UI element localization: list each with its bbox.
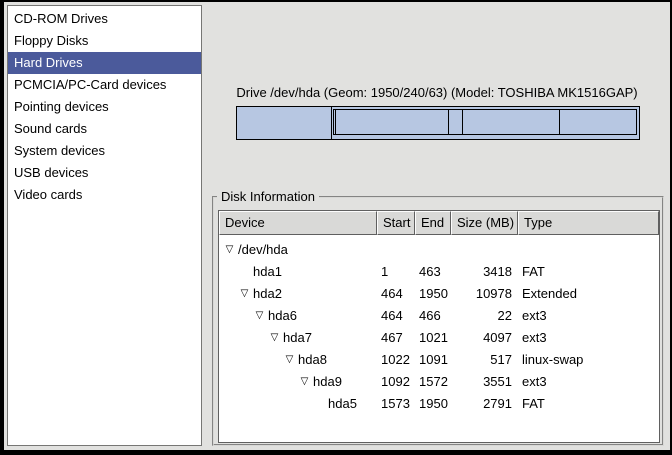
cell-start: 1022	[377, 349, 415, 371]
column-header-end[interactable]: End	[415, 211, 451, 235]
cell-size: 2791	[451, 393, 518, 415]
cell-end: 466	[415, 305, 451, 327]
cell-start: 464	[377, 305, 415, 327]
sidebar-item-video-cards[interactable]: Video cards	[8, 184, 201, 206]
table-row-hda6[interactable]: ▽hda6 46446622ext3	[219, 305, 659, 327]
cell-start: 1	[377, 261, 415, 283]
expander-icon[interactable]: ▽	[238, 283, 251, 305]
device-name: hda9	[311, 371, 342, 393]
column-header-start[interactable]: Start	[377, 211, 415, 235]
cell-end: 1021	[415, 327, 451, 349]
expander-icon[interactable]: ▽	[253, 305, 266, 327]
cell-type: ext3	[518, 305, 659, 327]
cell-size: 3551	[451, 371, 518, 393]
cell-size: 3418	[451, 261, 518, 283]
sidebar-item-hard-drives[interactable]: Hard Drives	[8, 52, 201, 74]
cell-end: 1950	[415, 393, 451, 415]
drive-title: Drive /dev/hda (Geom: 1950/240/63) (Mode…	[234, 85, 640, 101]
sidebar-list: CD-ROM DrivesFloppy DisksHard DrivesPCMC…	[7, 5, 202, 446]
sidebar-item-usb-devices[interactable]: USB devices	[8, 162, 201, 184]
cell-type: ext3	[518, 327, 659, 349]
expander-icon[interactable]: ▽	[283, 349, 296, 371]
cell-type: Extended	[518, 283, 659, 305]
partition-segment-hda1	[237, 107, 332, 139]
column-header-type[interactable]: Type	[518, 211, 659, 235]
device-name: hda1	[251, 261, 282, 283]
table-row-dev-hda[interactable]: ▽/dev/hda	[219, 239, 659, 261]
disk-information-groupbox: DeviceStartEndSize (MB)Type ▽/dev/hda▽hd…	[212, 196, 664, 446]
cell-size: 4097	[451, 327, 518, 349]
cell-type	[518, 239, 659, 261]
cell-size	[451, 239, 518, 261]
device-name: hda8	[296, 349, 327, 371]
cell-size: 10978	[451, 283, 518, 305]
cell-size: 22	[451, 305, 518, 327]
cell-start: 467	[377, 327, 415, 349]
device-name: hda2	[251, 283, 282, 305]
sidebar-item-floppy-disks[interactable]: Floppy Disks	[8, 30, 201, 52]
cell-end: 1091	[415, 349, 451, 371]
cell-type: linux-swap	[518, 349, 659, 371]
cell-end: 1950	[415, 283, 451, 305]
partition-segment-hda5	[559, 110, 636, 134]
disk-table-header: DeviceStartEndSize (MB)Type	[219, 211, 659, 235]
cell-size: 517	[451, 349, 518, 371]
disk-information-label: Disk Information	[217, 189, 319, 204]
table-row-hda5[interactable]: ▽hda5157319502791FAT	[219, 393, 659, 415]
table-row-hda7[interactable]: ▽hda7 46710214097ext3	[219, 327, 659, 349]
cell-start: 1573	[377, 393, 415, 415]
table-row-hda1[interactable]: ▽hda114633418FAT	[219, 261, 659, 283]
partition-bar	[236, 106, 640, 140]
device-name: hda7	[281, 327, 312, 349]
device-name: /dev/hda	[236, 239, 288, 261]
cell-end: 1572	[415, 371, 451, 393]
sidebar-item-system-devices[interactable]: System devices	[8, 140, 201, 162]
cell-start: 464	[377, 283, 415, 305]
expander-icon[interactable]: ▽	[298, 371, 311, 393]
table-row-hda2[interactable]: ▽hda2 464195010978Extended	[219, 283, 659, 305]
window-frame: CD-ROM DrivesFloppy DisksHard DrivesPCMC…	[0, 0, 672, 455]
device-name: hda6	[266, 305, 297, 327]
partition-segment-hda7	[335, 110, 448, 134]
sidebar-item-sound-cards[interactable]: Sound cards	[8, 118, 201, 140]
sidebar-item-cd-rom-drives[interactable]: CD-ROM Drives	[8, 8, 201, 30]
table-row-hda9[interactable]: ▽hda9 109215723551ext3	[219, 371, 659, 393]
cell-start: 1092	[377, 371, 415, 393]
disk-table: DeviceStartEndSize (MB)Type ▽/dev/hda▽hd…	[218, 210, 660, 443]
cell-start	[377, 239, 415, 261]
cell-type: FAT	[518, 393, 659, 415]
cell-type: FAT	[518, 261, 659, 283]
partition-segment-hda9	[462, 110, 560, 134]
device-name: hda5	[326, 393, 357, 415]
table-row-hda8[interactable]: ▽hda8 10221091517linux-swap	[219, 349, 659, 371]
disk-table-body: ▽/dev/hda▽hda114633418FAT▽hda24641950109…	[219, 235, 659, 415]
expander-icon[interactable]: ▽	[223, 239, 236, 261]
column-header-device[interactable]: Device	[219, 211, 377, 235]
sidebar-item-pointing-devices[interactable]: Pointing devices	[8, 96, 201, 118]
column-header-size-mb[interactable]: Size (MB)	[451, 211, 518, 235]
cell-end	[415, 239, 451, 261]
expander-icon[interactable]: ▽	[268, 327, 281, 349]
cell-type: ext3	[518, 371, 659, 393]
cell-end: 463	[415, 261, 451, 283]
sidebar-item-pcmcia-pc-card-devices[interactable]: PCMCIA/PC-Card devices	[8, 74, 201, 96]
partition-segment-hda2-extended	[333, 109, 637, 135]
partition-segment-hda8	[448, 110, 462, 134]
